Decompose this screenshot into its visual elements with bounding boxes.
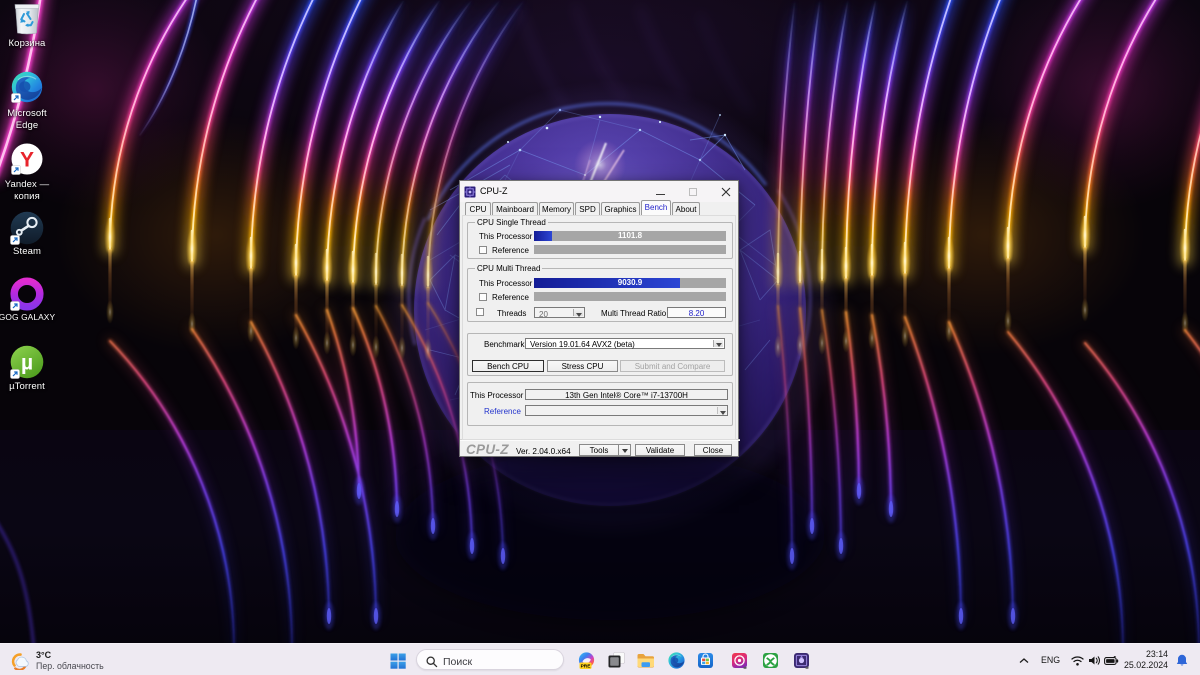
svg-text:Y: Y (20, 149, 34, 172)
svg-text:PRE: PRE (581, 664, 592, 669)
svg-text:µ: µ (21, 352, 33, 375)
